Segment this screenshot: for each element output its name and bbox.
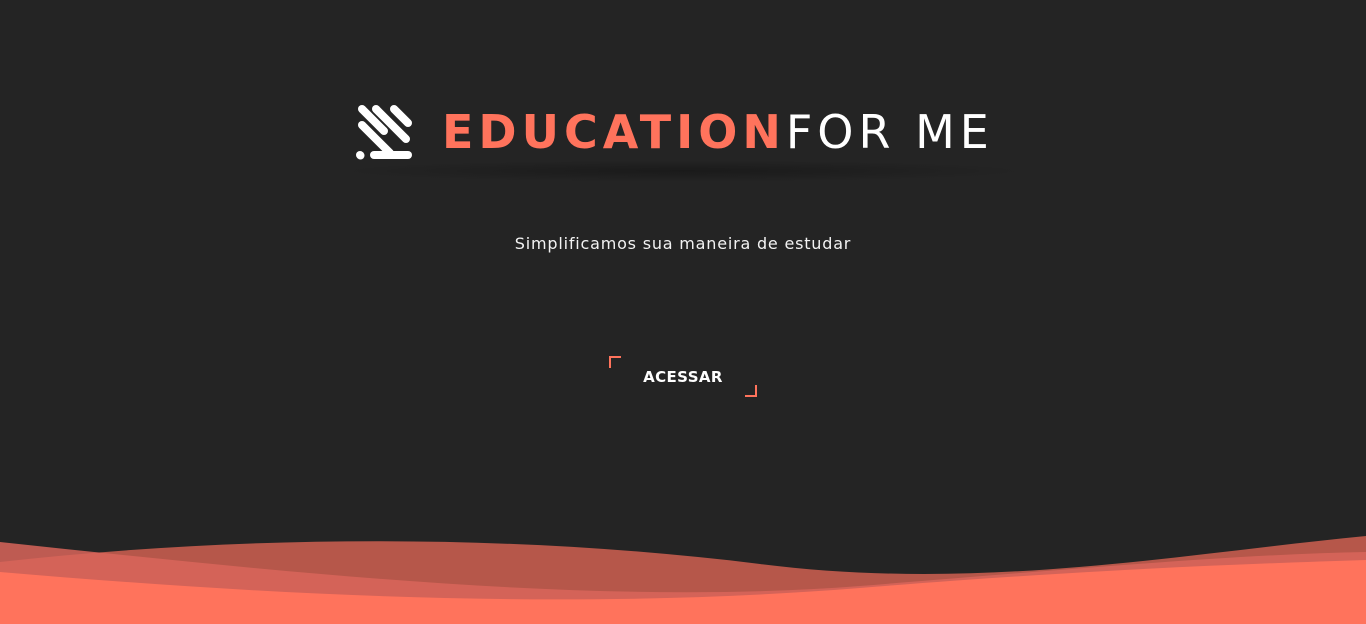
brand-name-education: EDUCATION [442, 105, 786, 159]
hero-tagline: Simplificamos sua maneira de estudar [514, 234, 852, 253]
stripes-logo-icon [356, 105, 412, 160]
footer-waves [0, 536, 1366, 624]
access-button[interactable]: ACESSAR [609, 356, 757, 397]
landing-page: EDUCATIONFOR ME Simplificamos sua maneir… [0, 0, 1366, 624]
brand-logo-lockup: EDUCATIONFOR ME [354, 100, 994, 164]
brand-name: EDUCATIONFOR ME [442, 100, 994, 164]
brand-name-for-me: FOR ME [785, 105, 994, 159]
brand-shadow [330, 160, 1036, 182]
cta-corner-top-left [609, 356, 621, 368]
cta-corner-bottom-right [745, 385, 757, 397]
access-button-label: ACESSAR [643, 367, 723, 386]
